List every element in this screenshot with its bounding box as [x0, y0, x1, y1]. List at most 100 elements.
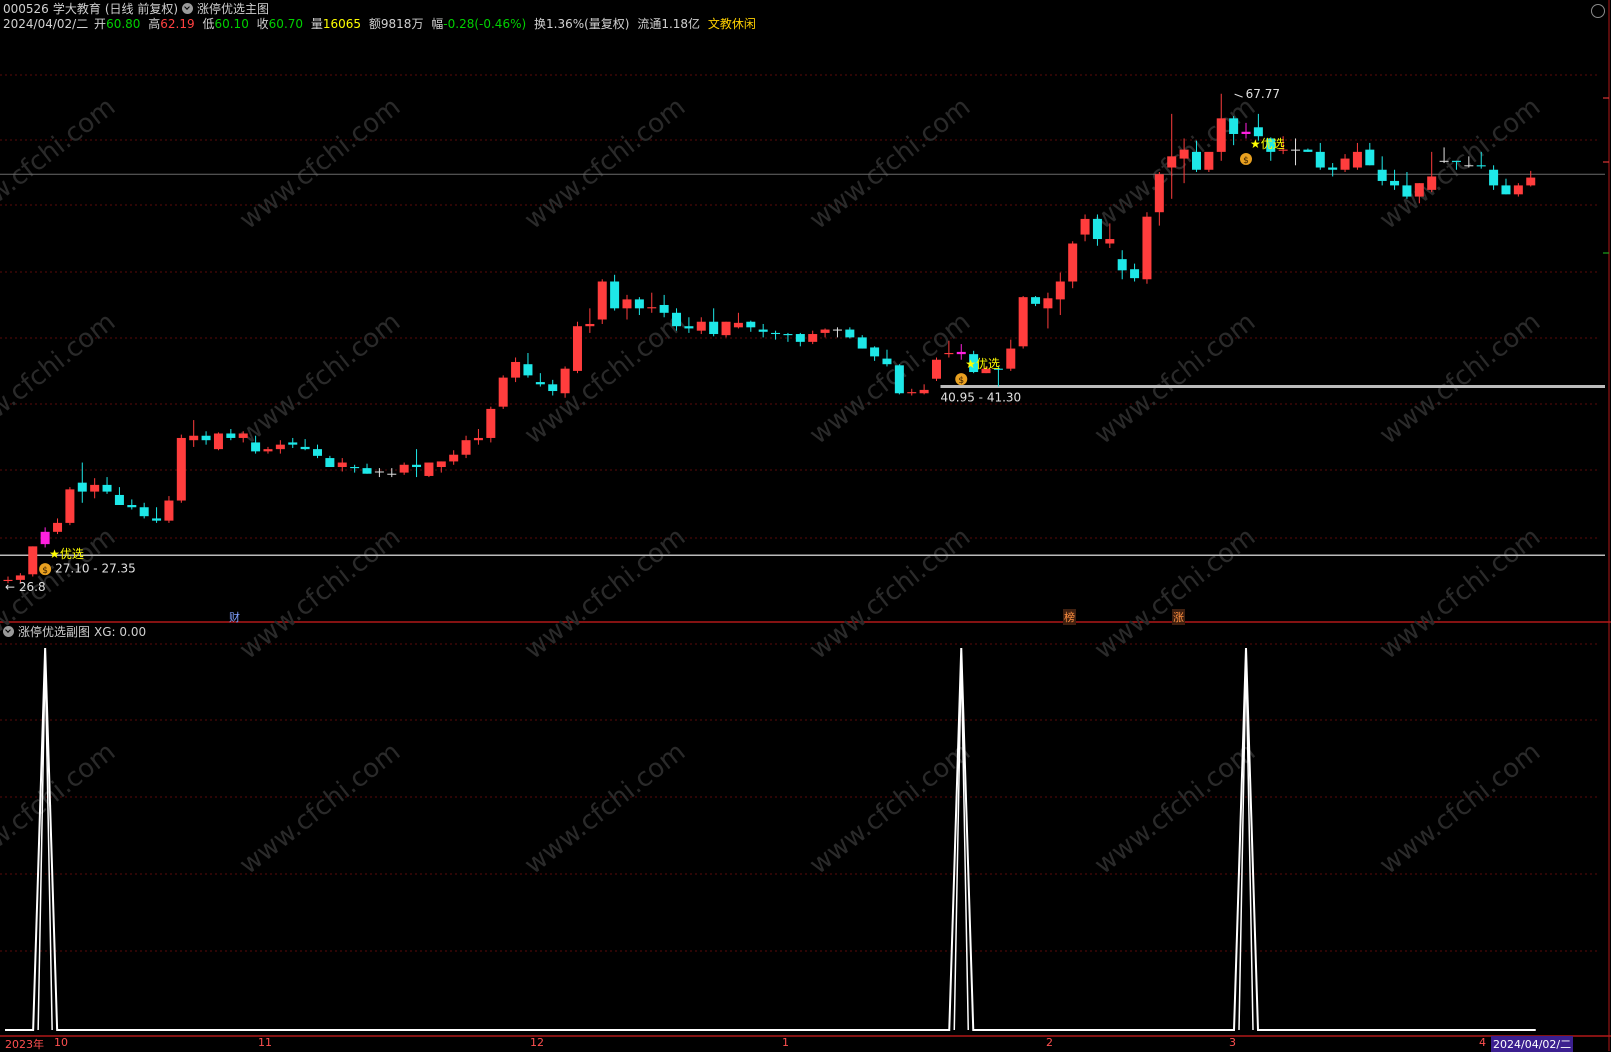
candle-body [412, 464, 422, 468]
candle-body [1489, 169, 1499, 186]
candle-body [201, 435, 211, 441]
candle-body [139, 507, 149, 517]
candle-body [65, 489, 75, 523]
money-bag-glyph: $ [1243, 156, 1249, 166]
candle-body [1414, 183, 1424, 197]
candle-body [1216, 118, 1226, 152]
badge-limit-up[interactable]: 涨 [1172, 609, 1185, 625]
candle-body [350, 467, 360, 469]
candle-body [610, 281, 620, 309]
sub-indicator-name[interactable]: 涨停优选副图 [18, 625, 90, 639]
xg-series-line [5, 647, 1536, 1031]
badge-finance[interactable]: 财 [228, 609, 241, 625]
candle-body [1018, 297, 1028, 347]
pick-marker-label: ★优选 [965, 357, 1000, 371]
candle-body [746, 321, 756, 328]
candle-body [932, 359, 941, 379]
candle-body [1315, 151, 1325, 168]
candle-body [659, 304, 669, 313]
candle-body [449, 454, 459, 462]
candle-body [1204, 151, 1214, 170]
xg-pulse-inner [1238, 657, 1254, 1031]
candle-body [53, 522, 63, 532]
candle-body [436, 461, 446, 468]
candle-body [1476, 165, 1486, 167]
candle-body [77, 482, 87, 492]
candle-body [1352, 151, 1362, 168]
candle-body [1526, 177, 1536, 186]
candle-body [634, 299, 644, 309]
sub-indicator-menu-icon[interactable] [3, 626, 14, 637]
candle-body [1439, 160, 1449, 162]
candle-body [1464, 165, 1474, 167]
candle-body [1328, 167, 1338, 170]
candle-body [251, 442, 261, 452]
range-label-1: 27.10 - 27.35 [55, 561, 136, 575]
candle-body [1390, 180, 1400, 186]
candle-body [622, 299, 632, 309]
candle-body [1006, 348, 1016, 369]
xaxis-mar: 3 [1229, 1036, 1236, 1049]
watermark-text: www.cfchi.com [0, 737, 121, 881]
candle-body [758, 329, 768, 332]
watermark-text: www.cfchi.com [804, 92, 976, 236]
candle-body [1501, 185, 1511, 195]
candle-body [1179, 149, 1189, 159]
candle-body [1080, 218, 1090, 235]
candle-body [1365, 149, 1375, 166]
watermark-text: www.cfchi.com [234, 92, 406, 236]
candle-body [511, 361, 521, 378]
candle-body [424, 462, 434, 476]
candle-body [523, 364, 533, 376]
candle-body [263, 449, 273, 452]
candle-body [894, 365, 904, 394]
candle-body [387, 473, 397, 475]
candle-body [956, 351, 966, 355]
candle-body [882, 358, 892, 365]
watermark-text: www.cfchi.com [1089, 307, 1261, 451]
candle-body [1068, 243, 1078, 282]
candle-body [572, 326, 582, 371]
candle-body [337, 462, 347, 468]
candle-body [1105, 239, 1115, 244]
watermark-text: www.cfchi.com [804, 737, 976, 881]
candle-body [1303, 149, 1313, 152]
watermark-text: www.cfchi.com [519, 307, 691, 451]
watermark-text: www.cfchi.com [804, 307, 976, 451]
watermark-text: www.cfchi.com [1089, 737, 1261, 881]
candle-body [189, 435, 199, 441]
candle-body [1167, 156, 1177, 168]
candle-body [362, 468, 372, 474]
badge-rank[interactable]: 榜 [1063, 609, 1076, 625]
candle-body [1241, 131, 1251, 134]
candle-body [1055, 281, 1065, 300]
candle-body [560, 368, 570, 394]
candle-body [795, 334, 805, 342]
candle-body [845, 329, 855, 338]
xg-pulse-inner [37, 657, 53, 1031]
watermark-text: www.cfchi.com [1374, 92, 1546, 236]
watermark-text: www.cfchi.com [234, 307, 406, 451]
candle-body [152, 518, 162, 521]
candle-body [1513, 185, 1523, 195]
watermark-text: www.cfchi.com [1374, 307, 1546, 451]
candle-body [325, 458, 335, 468]
candle-body [114, 494, 124, 506]
candle-body [374, 471, 384, 473]
candle-body [313, 449, 322, 456]
candle-body [1253, 127, 1263, 137]
candle-body [672, 312, 682, 327]
watermark-text: www.cfchi.com [519, 737, 691, 881]
watermark-text: www.cfchi.com [0, 307, 121, 451]
candle-body [1092, 218, 1102, 240]
candle-body [1229, 118, 1239, 134]
candle-body [164, 500, 174, 521]
candle-body [820, 329, 830, 333]
candle-body [213, 433, 223, 450]
candle-body [498, 377, 508, 407]
watermark-text: www.cfchi.com [519, 92, 691, 236]
xaxis-apr: 4 [1479, 1036, 1486, 1049]
candle-body [808, 334, 818, 342]
pick-marker-label: ★优选 [49, 547, 84, 561]
money-bag-glyph: $ [42, 566, 48, 576]
